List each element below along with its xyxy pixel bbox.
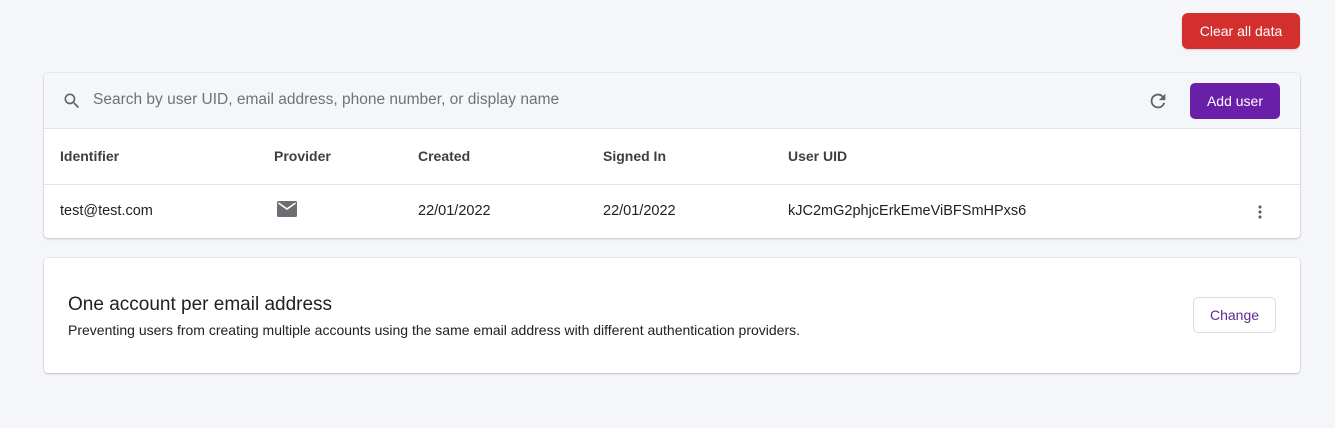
column-header-signed-in: Signed In bbox=[603, 148, 666, 164]
users-card: Add user Identifier Provider Created Sig… bbox=[44, 73, 1300, 238]
refresh-icon[interactable] bbox=[1147, 90, 1169, 112]
change-button[interactable]: Change bbox=[1193, 297, 1276, 333]
column-header-provider: Provider bbox=[274, 148, 331, 164]
search-input[interactable] bbox=[93, 87, 993, 113]
cell-signed-in: 22/01/2022 bbox=[603, 203, 676, 219]
cell-user-uid: kJC2mG2phjcErkEmeViBFSmHPxs6 bbox=[788, 203, 1027, 219]
table-header: Identifier Provider Created Signed In Us… bbox=[44, 129, 1300, 185]
search-icon bbox=[62, 91, 82, 111]
column-header-created: Created bbox=[418, 148, 471, 164]
add-user-button[interactable]: Add user bbox=[1190, 83, 1280, 119]
email-icon bbox=[277, 201, 297, 217]
more-vert-icon[interactable] bbox=[1250, 202, 1270, 222]
users-toolbar: Add user bbox=[44, 73, 1300, 129]
table-row[interactable]: test@test.com 22/01/2022 22/01/2022 kJC2… bbox=[44, 185, 1300, 238]
email-policy-card: One account per email address Preventing… bbox=[44, 258, 1300, 373]
policy-title: One account per email address bbox=[68, 294, 333, 315]
column-header-identifier: Identifier bbox=[60, 148, 120, 164]
column-header-user-uid: User UID bbox=[788, 148, 848, 164]
cell-identifier: test@test.com bbox=[60, 203, 153, 219]
clear-all-data-button[interactable]: Clear all data bbox=[1182, 13, 1300, 49]
cell-created: 22/01/2022 bbox=[418, 203, 491, 219]
policy-description: Preventing users from creating multiple … bbox=[68, 322, 801, 338]
